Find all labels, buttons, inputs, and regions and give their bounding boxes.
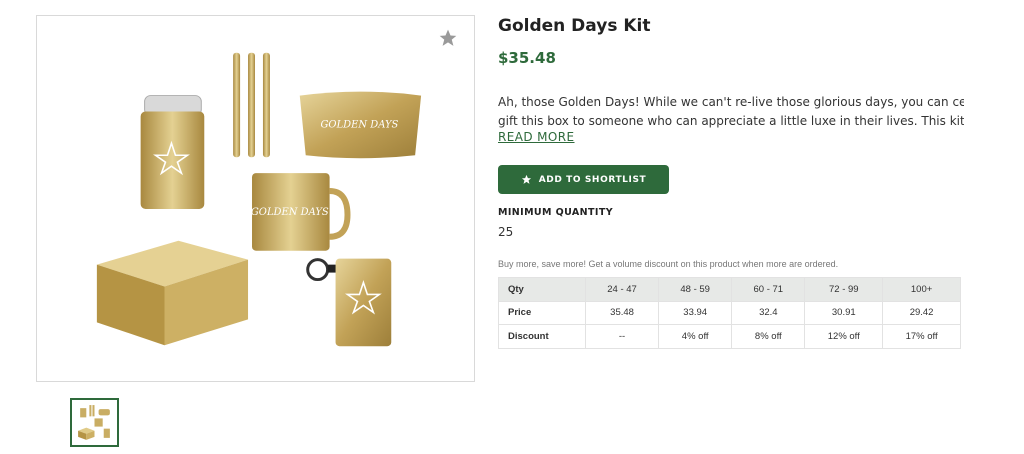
table-cell: Qty [498,277,586,302]
table-row: Price 35.48 33.94 32.4 30.91 29.42 [498,300,961,325]
table-row: Qty 24 - 47 48 - 59 60 - 71 72 - 99 100+ [498,277,961,302]
star-icon [521,174,531,184]
pouch-logo-text: GOLDEN DAYS [320,119,398,130]
table-cell: 33.94 [658,300,733,325]
product-price: $35.48 [498,49,556,67]
table-cell: 32.4 [731,300,806,325]
volume-discount-note: Buy more, save more! Get a volume discou… [498,259,839,269]
table-cell: 72 - 99 [804,277,884,302]
table-cell: -- [584,324,660,349]
table-cell: Discount [498,324,586,349]
table-cell: 4% off [658,324,733,349]
table-cell: 100+ [882,277,961,302]
read-more-link[interactable]: READ MORE [498,130,575,144]
table-cell: 8% off [731,324,806,349]
table-cell: 35.48 [584,300,660,325]
table-row: Discount -- 4% off 8% off 12% off 17% of… [498,324,961,349]
description-line: Ah, those Golden Days! While we can't re… [498,95,964,109]
table-cell: 12% off [804,324,884,349]
table-cell: 17% off [882,324,961,349]
product-title: Golden Days Kit [498,16,651,36]
description-line: gift this box to someone who can appreci… [498,114,964,128]
product-thumbnail[interactable] [70,398,119,447]
volume-pricing-table: Qty 24 - 47 48 - 59 60 - 71 72 - 99 100+… [498,277,961,349]
favorite-star-icon[interactable] [438,28,458,48]
add-to-shortlist-button[interactable]: ADD TO SHORTLIST [498,165,669,194]
table-cell: Price [498,300,586,325]
minimum-quantity-value: 25 [498,225,514,239]
table-cell: 24 - 47 [584,277,660,302]
table-cell: 30.91 [804,300,884,325]
product-photo: GOLDEN DAYS GOLDEN DAYS [96,52,422,347]
mug-logo-text: GOLDEN DAYS [251,207,329,218]
minimum-quantity-label: MINIMUM QUANTITY [498,207,613,218]
thumbnail-image [78,405,110,440]
product-main-image: GOLDEN DAYS GOLDEN DAYS [36,15,475,382]
add-to-shortlist-label: ADD TO SHORTLIST [538,174,647,185]
table-cell: 60 - 71 [731,277,806,302]
product-description: Ah, those Golden Days! While we can't re… [498,93,964,131]
table-cell: 29.42 [882,300,961,325]
table-cell: 48 - 59 [658,277,733,302]
